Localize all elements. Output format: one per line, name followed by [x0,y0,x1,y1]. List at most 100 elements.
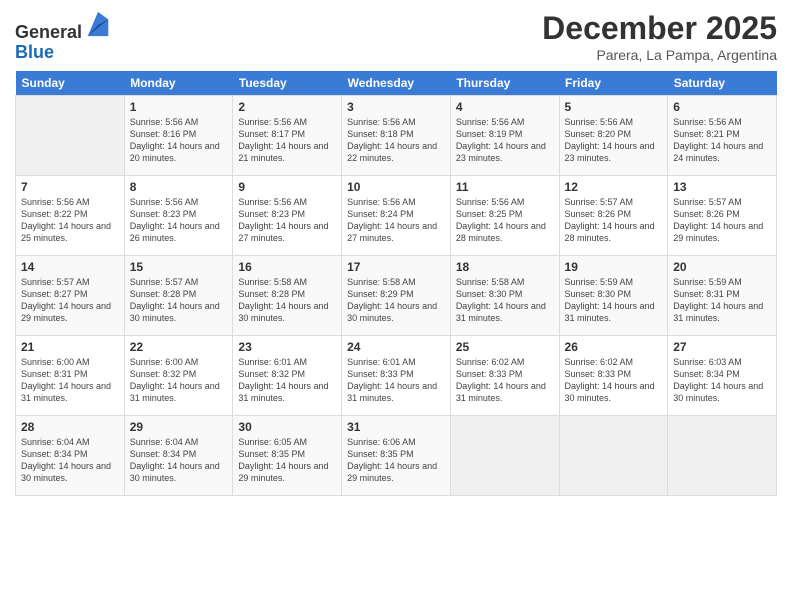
day-info: Sunrise: 6:03 AMSunset: 8:34 PMDaylight:… [673,356,771,405]
day-info: Sunrise: 5:59 AMSunset: 8:31 PMDaylight:… [673,276,771,325]
calendar-table: Sunday Monday Tuesday Wednesday Thursday… [15,71,777,496]
calendar-cell: 1 Sunrise: 5:56 AMSunset: 8:16 PMDaylight… [124,96,233,176]
calendar-cell: 4 Sunrise: 5:56 AMSunset: 8:19 PMDaylight… [450,96,559,176]
day-number: 21 [21,340,119,354]
col-tuesday: Tuesday [233,71,342,96]
calendar-cell: 16 Sunrise: 5:58 AMSunset: 8:28 PMDayligh… [233,256,342,336]
calendar-cell [450,416,559,496]
calendar-cell: 17Sunrise: 5:58 AMSunset: 8:29 PMDayligh… [342,256,451,336]
calendar-week-3: 14Sunrise: 5:57 AMSunset: 8:27 PMDayligh… [16,256,777,336]
day-info: Sunrise: 6:04 AMSunset: 8:34 PMDaylight:… [21,436,119,485]
calendar-cell: 15Sunrise: 5:57 AMSunset: 8:28 PMDayligh… [124,256,233,336]
day-number: 28 [21,420,119,434]
calendar-cell: 9Sunrise: 5:56 AMSunset: 8:23 PMDaylight… [233,176,342,256]
day-number: 22 [130,340,228,354]
day-info: Sunrise: 5:56 AMSunset: 8:18 PMDaylight:… [347,116,445,165]
day-number: 27 [673,340,771,354]
col-sunday: Sunday [16,71,125,96]
calendar-cell: 18 Sunrise: 5:58 AMSunset: 8:30 PMDayligh… [450,256,559,336]
calendar-cell: 14Sunrise: 5:57 AMSunset: 8:27 PMDayligh… [16,256,125,336]
day-info: Sunrise: 6:02 AMSunset: 8:33 PMDaylight:… [456,356,554,405]
logo-blue-text: Blue [15,42,54,62]
calendar-cell: 28 Sunrise: 6:04 AMSunset: 8:34 PMDayligh… [16,416,125,496]
day-number: 11 [456,180,554,194]
calendar-cell: 25 Sunrise: 6:02 AMSunset: 8:33 PMDayligh… [450,336,559,416]
col-friday: Friday [559,71,668,96]
day-info: Sunrise: 5:56 AMSunset: 8:25 PMDaylight:… [456,196,554,245]
day-number: 2 [238,100,336,114]
day-info: Sunrise: 6:02 AMSunset: 8:33 PMDaylight:… [565,356,663,405]
day-number: 1 [130,100,228,114]
day-info: Sunrise: 6:01 AMSunset: 8:32 PMDaylight:… [238,356,336,405]
day-number: 29 [130,420,228,434]
day-info: Sunrise: 5:56 AMSunset: 8:22 PMDaylight:… [21,196,119,245]
day-info: Sunrise: 5:57 AMSunset: 8:26 PMDaylight:… [565,196,663,245]
day-number: 23 [238,340,336,354]
day-number: 26 [565,340,663,354]
day-info: Sunrise: 6:00 AMSunset: 8:32 PMDaylight:… [130,356,228,405]
day-info: Sunrise: 5:57 AMSunset: 8:28 PMDaylight:… [130,276,228,325]
day-number: 10 [347,180,445,194]
day-number: 12 [565,180,663,194]
day-number: 18 [456,260,554,274]
day-info: Sunrise: 5:56 AMSunset: 8:19 PMDaylight:… [456,116,554,165]
page-header: General Blue December 2025 Parera, La Pa… [15,10,777,63]
calendar-cell: 8Sunrise: 5:56 AMSunset: 8:23 PMDaylight… [124,176,233,256]
calendar-cell [668,416,777,496]
day-number: 16 [238,260,336,274]
calendar-week-1: 1 Sunrise: 5:56 AMSunset: 8:16 PMDaylight… [16,96,777,176]
calendar-cell: 22 Sunrise: 6:00 AMSunset: 8:32 PMDayligh… [124,336,233,416]
day-info: Sunrise: 5:57 AMSunset: 8:26 PMDaylight:… [673,196,771,245]
day-info: Sunrise: 6:01 AMSunset: 8:33 PMDaylight:… [347,356,445,405]
calendar-cell: 21 Sunrise: 6:00 AMSunset: 8:31 PMDayligh… [16,336,125,416]
day-info: Sunrise: 6:00 AMSunset: 8:31 PMDaylight:… [21,356,119,405]
calendar-cell: 20 Sunrise: 5:59 AMSunset: 8:31 PMDayligh… [668,256,777,336]
calendar-cell: 19Sunrise: 5:59 AMSunset: 8:30 PMDayligh… [559,256,668,336]
calendar-cell: 10 Sunrise: 5:56 AMSunset: 8:24 PMDayligh… [342,176,451,256]
calendar-cell: 11 Sunrise: 5:56 AMSunset: 8:25 PMDayligh… [450,176,559,256]
calendar-week-4: 21 Sunrise: 6:00 AMSunset: 8:31 PMDayligh… [16,336,777,416]
day-info: Sunrise: 6:06 AMSunset: 8:35 PMDaylight:… [347,436,445,485]
col-thursday: Thursday [450,71,559,96]
day-number: 13 [673,180,771,194]
calendar-cell: 13 Sunrise: 5:57 AMSunset: 8:26 PMDayligh… [668,176,777,256]
calendar-cell: 29Sunrise: 6:04 AMSunset: 8:34 PMDayligh… [124,416,233,496]
day-info: Sunrise: 6:05 AMSunset: 8:35 PMDaylight:… [238,436,336,485]
col-saturday: Saturday [668,71,777,96]
month-title: December 2025 [542,10,777,47]
day-number: 5 [565,100,663,114]
day-info: Sunrise: 5:58 AMSunset: 8:30 PMDaylight:… [456,276,554,325]
day-info: Sunrise: 5:57 AMSunset: 8:27 PMDaylight:… [21,276,119,325]
day-info: Sunrise: 5:56 AMSunset: 8:17 PMDaylight:… [238,116,336,165]
day-number: 20 [673,260,771,274]
day-number: 3 [347,100,445,114]
header-row: Sunday Monday Tuesday Wednesday Thursday… [16,71,777,96]
calendar-cell: 3 Sunrise: 5:56 AMSunset: 8:18 PMDaylight… [342,96,451,176]
page-container: General Blue December 2025 Parera, La Pa… [0,0,792,506]
calendar-week-2: 7Sunrise: 5:56 AMSunset: 8:22 PMDaylight… [16,176,777,256]
calendar-cell: 24 Sunrise: 6:01 AMSunset: 8:33 PMDayligh… [342,336,451,416]
calendar-cell: 7Sunrise: 5:56 AMSunset: 8:22 PMDaylight… [16,176,125,256]
calendar-cell: 30Sunrise: 6:05 AMSunset: 8:35 PMDayligh… [233,416,342,496]
calendar-cell [559,416,668,496]
calendar-cell: 27 Sunrise: 6:03 AMSunset: 8:34 PMDayligh… [668,336,777,416]
calendar-cell: 2 Sunrise: 5:56 AMSunset: 8:17 PMDaylight… [233,96,342,176]
col-wednesday: Wednesday [342,71,451,96]
logo-icon [84,10,112,38]
location-text: Parera, La Pampa, Argentina [542,47,777,63]
day-number: 31 [347,420,445,434]
day-info: Sunrise: 5:56 AMSunset: 8:16 PMDaylight:… [130,116,228,165]
calendar-cell: 6Sunrise: 5:56 AMSunset: 8:21 PMDaylight… [668,96,777,176]
day-number: 4 [456,100,554,114]
day-number: 24 [347,340,445,354]
day-info: Sunrise: 5:58 AMSunset: 8:28 PMDaylight:… [238,276,336,325]
day-number: 9 [238,180,336,194]
day-number: 8 [130,180,228,194]
day-info: Sunrise: 5:56 AMSunset: 8:24 PMDaylight:… [347,196,445,245]
calendar-cell: 23 Sunrise: 6:01 AMSunset: 8:32 PMDayligh… [233,336,342,416]
day-info: Sunrise: 5:59 AMSunset: 8:30 PMDaylight:… [565,276,663,325]
day-number: 17 [347,260,445,274]
day-number: 6 [673,100,771,114]
calendar-cell: 31 Sunrise: 6:06 AMSunset: 8:35 PMDayligh… [342,416,451,496]
day-number: 25 [456,340,554,354]
